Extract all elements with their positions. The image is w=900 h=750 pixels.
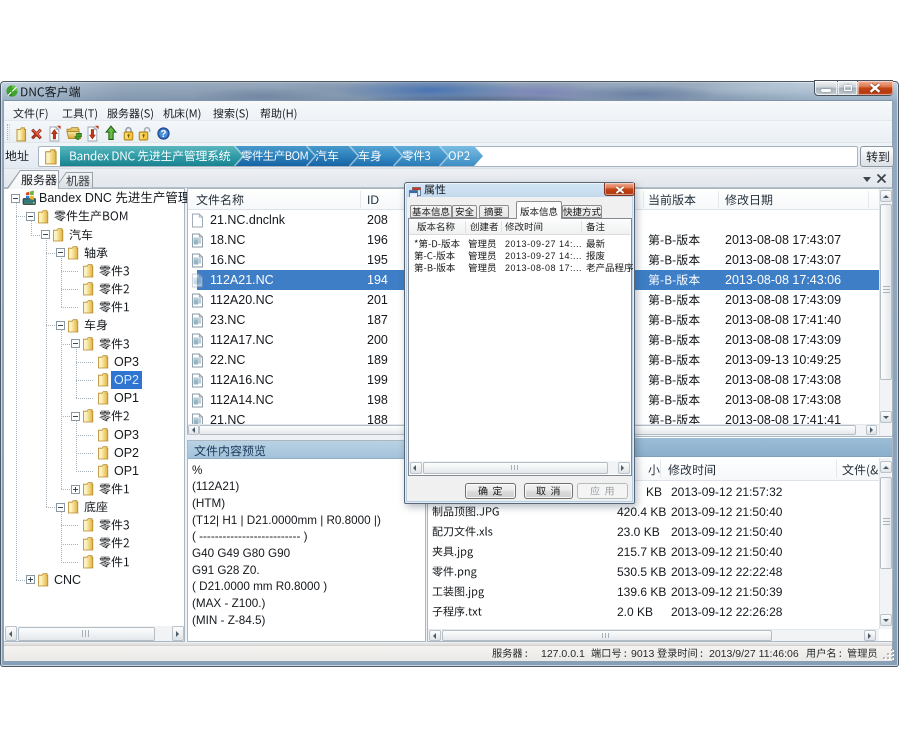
svg-text:?: ? [161,129,167,140]
